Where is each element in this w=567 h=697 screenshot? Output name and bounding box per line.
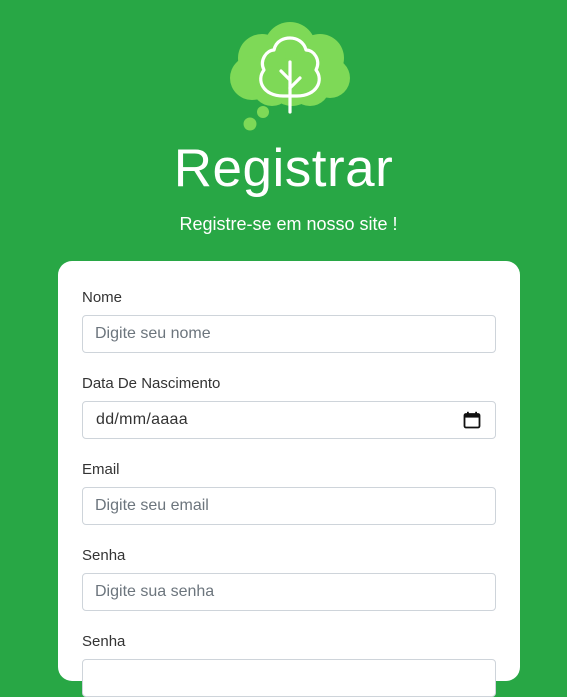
page-subtitle: Registre-se em nosso site ! [179, 214, 398, 234]
email-field: Email [82, 460, 496, 525]
nascimento-date-input[interactable]: dd/mm/aaaa [82, 401, 496, 439]
senha-confirm-field: Senha [82, 632, 496, 697]
calendar-icon[interactable] [463, 411, 481, 429]
senha-confirm-label: Senha [82, 633, 126, 650]
nascimento-date-value: dd/mm/aaaa [96, 411, 188, 428]
senha-confirm-input[interactable] [82, 659, 496, 697]
senha-input[interactable] [82, 573, 496, 611]
email-label: Email [82, 461, 120, 478]
tree-logo-icon [230, 22, 350, 131]
nascimento-label: Data De Nascimento [82, 375, 221, 392]
register-form-card: Nome Data De Nascimento dd/mm/aaaa Email… [58, 261, 520, 697]
nascimento-field: Data De Nascimento dd/mm/aaaa [82, 374, 496, 439]
email-input[interactable] [82, 487, 496, 525]
nome-field: Nome [82, 288, 496, 353]
page-title: Registrar [173, 139, 394, 198]
senha-label: Senha [82, 547, 126, 564]
senha-field: Senha [82, 546, 496, 611]
nome-label: Nome [82, 289, 123, 306]
nome-input[interactable] [82, 315, 496, 353]
